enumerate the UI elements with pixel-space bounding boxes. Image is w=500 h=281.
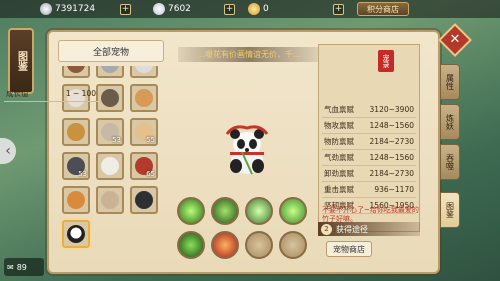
plus-icon[interactable]: + — [120, 3, 131, 15]
stat-value: 2184~2730 — [369, 169, 414, 178]
empty-skill-slot[interactable] — [245, 231, 273, 259]
stat-row: 成长值 1 ~ 100 — [4, 86, 98, 102]
silver-amount: 7391724 — [55, 4, 96, 14]
empty-skill-slot[interactable] — [279, 231, 307, 259]
silver-currency: 7391724 — [40, 2, 95, 16]
stat-value: 936~1170 — [374, 185, 414, 194]
tab-handbook[interactable]: 图鉴 — [440, 192, 460, 228]
chat-count: 89 — [16, 262, 27, 272]
obtain-label: 获得途径 — [336, 224, 368, 234]
plus-icon[interactable]: + — [333, 3, 344, 15]
pet-portrait — [101, 66, 119, 73]
pet-seal-stamp: 宠录 — [378, 50, 394, 72]
pet-cell[interactable]: 53 — [62, 152, 90, 180]
pet-quote-banner: …暖花有价画情谊无价，千… — [178, 47, 320, 62]
pet-level: 53 — [112, 136, 121, 144]
plus-icon[interactable]: + — [224, 3, 235, 15]
skill-icon[interactable] — [177, 197, 205, 225]
panda-pet-model[interactable] — [222, 122, 272, 177]
skill-icon[interactable] — [245, 197, 273, 225]
pet-portrait — [101, 89, 119, 107]
pet-cell[interactable] — [96, 84, 124, 112]
pet-shop-button[interactable]: 宠物商店 — [326, 241, 372, 257]
chevron-left-icon[interactable]: ‹ — [0, 138, 16, 164]
pet-cell[interactable]: 55 — [130, 118, 158, 146]
skill-icon[interactable] — [211, 231, 239, 259]
stat-label: 重击禀赋 — [324, 185, 354, 194]
pet-cell[interactable]: 65 — [130, 152, 158, 180]
pet-portrait — [101, 191, 119, 209]
stat-label: 卸劲禀赋 — [324, 169, 354, 178]
pet-portrait — [135, 191, 153, 209]
gold-amount: 7602 — [168, 4, 191, 14]
silver-ingot-icon — [153, 3, 165, 15]
yuanbao-add[interactable]: + — [333, 2, 344, 16]
pet-cell[interactable] — [130, 186, 158, 214]
close-button[interactable]: ✕ — [438, 23, 472, 57]
tab-refine[interactable]: 炼妖 — [440, 104, 460, 140]
stat-row: 气血禀赋 3120~3900 — [322, 102, 416, 118]
tab-devour[interactable]: 吞噬 — [440, 144, 460, 180]
stat-row: 重击禀赋 936~1170 — [322, 182, 416, 198]
stat-row: 气劲禀赋 1248~1560 — [322, 150, 416, 166]
pet-level: 65 — [146, 170, 155, 178]
stat-value: 1248~1560 — [369, 121, 414, 130]
silver-add[interactable]: + — [120, 2, 131, 16]
close-icon[interactable]: ✕ — [445, 30, 465, 50]
pet-cell[interactable] — [62, 118, 90, 146]
obtain-methods-header: 2 获得途径 — [318, 222, 420, 236]
pet-portrait — [67, 66, 85, 73]
yuanbao-currency: 0 — [248, 2, 269, 16]
gold-currency: 7602 — [153, 2, 191, 16]
pet-cell[interactable] — [96, 152, 124, 180]
stat-label: 物攻禀赋 — [324, 121, 354, 130]
obtain-count: 2 — [321, 223, 332, 235]
pet-cell[interactable] — [62, 66, 90, 78]
pet-cell-selected[interactable] — [62, 220, 90, 248]
stat-row: 物防禀赋 2184~2730 — [322, 134, 416, 150]
chat-icon: ✉ — [7, 262, 14, 272]
stat-row: 卸劲禀赋 2184~2730 — [322, 166, 416, 182]
chat-button[interactable]: ✉ 89 — [4, 258, 44, 276]
panda-portrait — [67, 225, 85, 243]
stat-label: 气劲禀赋 — [324, 153, 354, 162]
stat-label: 成长值 — [6, 89, 29, 98]
stat-label: 气血禀赋 — [324, 105, 354, 114]
pet-portrait — [135, 66, 153, 73]
stat-row: 物攻禀赋 1248~1560 — [322, 118, 416, 134]
pet-portrait — [101, 157, 119, 175]
skill-icon[interactable] — [211, 197, 239, 225]
silver-coin-icon — [40, 3, 52, 15]
pet-cell[interactable] — [96, 186, 124, 214]
pet-cell[interactable] — [130, 66, 158, 78]
tab-attributes[interactable]: 属性 — [440, 64, 460, 100]
pet-portrait — [67, 191, 85, 209]
pet-level: 53 — [78, 170, 87, 178]
stat-value: 2184~2730 — [369, 137, 414, 146]
all-pets-filter[interactable]: 全部宠物 — [58, 40, 164, 62]
pet-cell[interactable] — [130, 84, 158, 112]
pet-portrait — [67, 123, 85, 141]
pet-cell[interactable] — [96, 66, 124, 78]
pet-cell[interactable] — [62, 186, 90, 214]
yuanbao-amount: 0 — [263, 4, 269, 14]
stat-label: 物防禀赋 — [324, 137, 354, 146]
gold-add[interactable]: + — [224, 2, 235, 16]
stat-value: 3120~3900 — [369, 105, 414, 114]
skill-icon[interactable] — [177, 231, 205, 259]
points-shop-button[interactable]: 积分商店 — [357, 2, 409, 16]
gold-ingot-icon — [248, 3, 260, 15]
stat-value: 1 ~ 100 — [65, 89, 96, 98]
handbook-tab[interactable]: 图鉴 — [8, 28, 34, 94]
pet-level: 55 — [146, 136, 155, 144]
pet-portrait — [135, 89, 153, 107]
stat-value: 1248~1560 — [369, 153, 414, 162]
skill-icon[interactable] — [279, 197, 307, 225]
pet-cell[interactable]: 53 — [96, 118, 124, 146]
